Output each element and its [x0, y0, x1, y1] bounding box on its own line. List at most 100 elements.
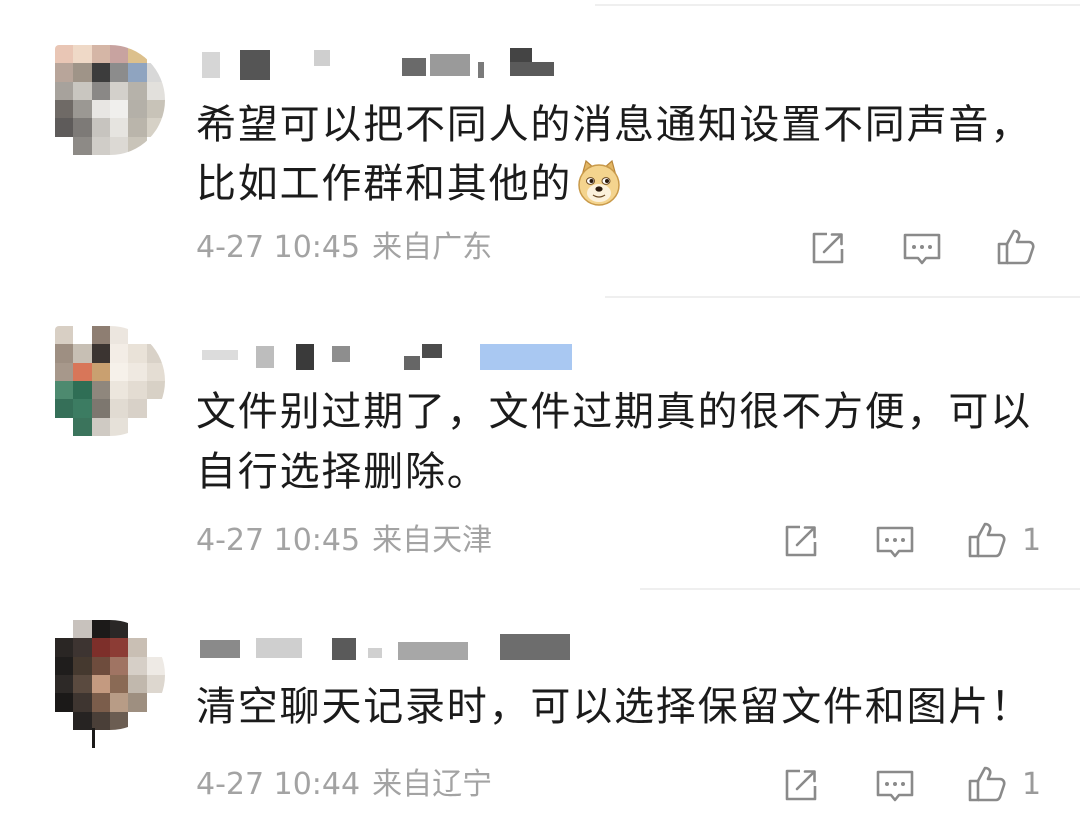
- avatar-pixel: [91, 63, 110, 82]
- avatar-pixel: [146, 362, 165, 381]
- avatar-pixel: [73, 381, 92, 400]
- avatar-pixel: [55, 711, 74, 730]
- avatar-pixel: [55, 136, 74, 155]
- comment-button[interactable]: [901, 227, 943, 269]
- like-icon: [997, 229, 1035, 265]
- avatar-pixel: [91, 675, 110, 694]
- comment-meta: 4-27 10:44 来自辽宁: [196, 765, 492, 805]
- share-button[interactable]: [780, 520, 822, 562]
- avatar-pixel: [110, 100, 129, 119]
- avatar-pixel: [55, 675, 74, 694]
- avatar-pixel: [55, 362, 74, 381]
- avatar-pixel: [146, 693, 165, 712]
- avatar-pixel: [55, 399, 74, 418]
- avatar-pixel: [91, 417, 110, 436]
- avatar-pixel: [146, 381, 165, 400]
- avatar-pixel: [91, 638, 110, 657]
- avatar-pixel: [146, 45, 165, 64]
- username-redacted[interactable]: [198, 46, 598, 82]
- avatar-pixel: [128, 326, 147, 345]
- comment-text-line: 清空聊天记录时，可以选择保留文件和图片！: [196, 684, 1032, 730]
- avatar-pixel: [146, 326, 165, 345]
- avatar-pixel: [110, 344, 129, 363]
- avatar-pixel: [146, 136, 165, 155]
- avatar-pixel: [110, 362, 129, 381]
- avatar-pixel: [146, 656, 165, 675]
- share-icon: [785, 769, 817, 801]
- avatar-pixel: [110, 417, 129, 436]
- comment-button[interactable]: [874, 764, 916, 806]
- comment-button[interactable]: [874, 520, 916, 562]
- avatar-pixel: [73, 675, 92, 694]
- avatar-pixel: [73, 693, 92, 712]
- avatar-pixel: [146, 620, 165, 639]
- avatar-pixel: [91, 136, 110, 155]
- avatar-pixel: [91, 399, 110, 418]
- avatar-pixel: [146, 675, 165, 694]
- avatar-pixel: [128, 656, 147, 675]
- like-button[interactable]: [966, 763, 1008, 805]
- avatar-pixel: [91, 381, 110, 400]
- avatar-pixel: [73, 136, 92, 155]
- avatar-pixel: [73, 118, 92, 137]
- avatar-pixel: [73, 620, 92, 639]
- comment-text: 希望可以把不同人的消息通知设置不同声音， 比如工作群和其他的: [196, 96, 1032, 214]
- avatar[interactable]: [55, 45, 165, 155]
- avatar-pixel: [128, 693, 147, 712]
- avatar-pixel: [91, 362, 110, 381]
- user-badge: [480, 344, 572, 370]
- avatar-pixel: [146, 118, 165, 137]
- avatar-pixel: [73, 399, 92, 418]
- avatar-pixel: [73, 81, 92, 100]
- share-button[interactable]: [807, 227, 849, 269]
- comment-meta: 4-27 10:45 来自天津: [196, 521, 492, 561]
- comment-text: 文件别过期了，文件过期真的很不方便，可以 自行选择删除。: [196, 382, 1032, 502]
- comment-text-segment: 比如工作群和其他的: [196, 161, 573, 207]
- avatar-pixel: [146, 417, 165, 436]
- like-icon: [968, 522, 1006, 558]
- avatar-pixel: [55, 656, 74, 675]
- like-button[interactable]: [995, 226, 1037, 268]
- avatar-pixel: [128, 63, 147, 82]
- like-count: 1: [1022, 767, 1042, 802]
- comment-text-line: 文件别过期了，文件过期真的很不方便，可以: [196, 389, 1032, 435]
- comment-source: 来自广东: [372, 230, 493, 265]
- avatar-pixel: [73, 362, 92, 381]
- avatar-pixel: [55, 81, 74, 100]
- avatar-pixel: [110, 381, 129, 400]
- avatar-pixel: [128, 675, 147, 694]
- avatar-pixel: [128, 344, 147, 363]
- avatar-pixel: [55, 381, 74, 400]
- avatar-pixel: [110, 118, 129, 137]
- avatar-pixel: [128, 620, 147, 639]
- doge-emoji-icon: [574, 158, 624, 208]
- share-icon: [812, 232, 844, 264]
- avatar[interactable]: [55, 620, 165, 730]
- avatar-pixel: [146, 100, 165, 119]
- username-redacted[interactable]: [198, 630, 598, 666]
- avatar-pixel: [146, 344, 165, 363]
- avatar-pixel: [73, 656, 92, 675]
- avatar-pixel: [110, 399, 129, 418]
- comment-text-line: 希望可以把不同人的消息通知设置不同声音，: [196, 102, 1032, 148]
- avatar-pixel: [128, 711, 147, 730]
- share-button[interactable]: [780, 764, 822, 806]
- avatar-pixel: [146, 711, 165, 730]
- avatar-pixel: [110, 656, 129, 675]
- comment-text-line: 自行选择删除。: [196, 449, 489, 495]
- share-icon: [785, 525, 817, 557]
- comment-source: 来自辽宁: [372, 767, 493, 802]
- avatar-pixel: [110, 136, 129, 155]
- avatar[interactable]: [55, 326, 165, 436]
- avatar-pixel: [55, 326, 74, 345]
- comment-source: 来自天津: [372, 523, 493, 558]
- username-redacted[interactable]: [198, 340, 598, 376]
- avatar-pixel: [73, 344, 92, 363]
- avatar-pixel: [73, 100, 92, 119]
- comment-item: 文件别过期了，文件过期真的很不方便，可以 自行选择删除。 4-27 10:45 来…: [0, 296, 1080, 588]
- avatar-pixel: [73, 417, 92, 436]
- comment-meta: 4-27 10:45 来自广东: [196, 228, 492, 268]
- comment-icon: [903, 233, 941, 265]
- like-button[interactable]: [966, 519, 1008, 561]
- avatar-pixel: [146, 399, 165, 418]
